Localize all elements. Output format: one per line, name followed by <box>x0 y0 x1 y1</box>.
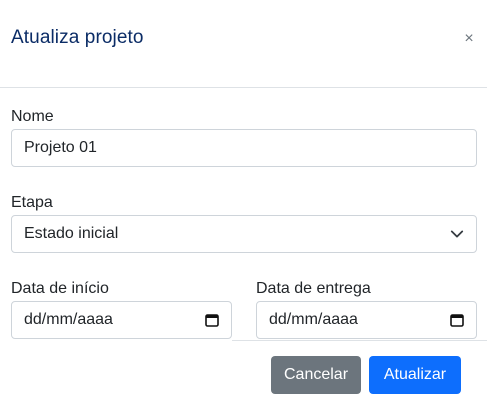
etapa-label: Etapa <box>11 194 53 211</box>
calendar-icon[interactable] <box>205 313 219 327</box>
nome-value: Projeto 01 <box>24 139 97 156</box>
data-inicio-label: Data de início <box>11 280 109 297</box>
data-inicio-value: dd/mm/aaaa <box>24 311 113 328</box>
calendar-icon[interactable] <box>450 313 464 327</box>
footer-divider <box>232 340 487 341</box>
modal-title: Atualiza projeto <box>11 27 144 48</box>
data-entrega-value: dd/mm/aaaa <box>269 311 358 328</box>
cancel-button[interactable]: Cancelar <box>271 356 361 394</box>
update-project-modal: Atualiza projeto × Nome Projeto 01 Etapa… <box>0 0 487 413</box>
update-button[interactable]: Atualizar <box>369 356 461 394</box>
etapa-select[interactable]: Estado inicial <box>11 215 477 253</box>
chevron-down-icon <box>450 227 464 241</box>
modal-header: Atualiza projeto × <box>0 0 487 88</box>
data-entrega-input[interactable]: dd/mm/aaaa <box>256 301 477 339</box>
nome-label: Nome <box>11 108 54 125</box>
nome-input[interactable]: Projeto 01 <box>11 129 477 167</box>
data-entrega-label: Data de entrega <box>256 280 371 297</box>
close-button[interactable]: × <box>461 30 477 48</box>
close-icon: × <box>464 30 474 47</box>
etapa-selected-value: Estado inicial <box>24 225 119 242</box>
data-inicio-input[interactable]: dd/mm/aaaa <box>11 301 232 339</box>
